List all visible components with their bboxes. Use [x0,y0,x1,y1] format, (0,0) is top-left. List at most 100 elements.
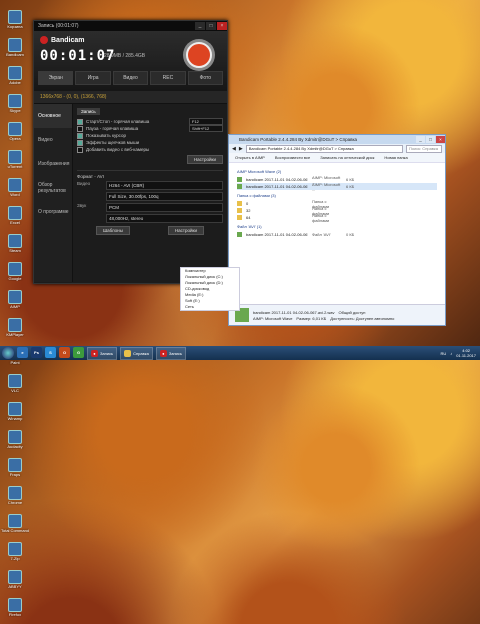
taskbar-pinned-app[interactable]: O [59,346,70,358]
desktop-icon[interactable]: Audacity [2,430,28,456]
clock[interactable]: 4:02 01.11.2017 [456,348,476,358]
desktop-icon-label: Word [10,192,20,197]
desktop-icon[interactable]: AIMP [2,290,28,316]
file-row[interactable]: bandicam 2017-11-01 04-02-06-067.avi.2.w… [237,182,437,192]
search-input[interactable]: Поиск: Справка [406,144,442,153]
start-button[interactable] [2,347,14,359]
sidebar-item-about[interactable]: О программе [34,200,72,224]
explorer-maximize-button[interactable]: □ [426,136,435,143]
settings-panel: Запись Старт/Стоп - горячая клавиша F12 Па… [73,104,227,282]
maximize-button[interactable]: □ [206,22,216,30]
cmd-new-folder[interactable]: Новая папка [384,155,407,160]
desktop-icon[interactable]: Total Commander [1,514,29,540]
desktop-icon[interactable]: ABBYY [2,570,28,596]
taskbar-window-button[interactable]: ● Запись [155,346,186,360]
hotkey-field[interactable]: F12 [189,118,223,125]
taskbar-pinned-app[interactable]: Ps [31,346,42,358]
back-arrow-icon[interactable]: ◀ [232,146,236,152]
explorer-minimize-button[interactable]: _ [416,136,425,143]
desktop-icon[interactable]: 7-Zip [2,542,28,568]
folder-icon [237,208,242,213]
option-checkbox[interactable] [77,139,83,146]
desktop-icon[interactable]: Winamp [2,402,28,428]
record-button[interactable] [183,39,215,71]
bandicam-titlebar[interactable]: Запись (00:01:07) _ □ × [34,21,227,31]
volume-icon[interactable]: ♪ [450,351,452,356]
desktop-icon-label: Audacity [7,444,23,449]
group-wave[interactable]: AIMP Microsoft Wave (2) [237,169,437,174]
explorer-close-button[interactable]: × [436,136,445,143]
desktop-icon[interactable]: Chrome [2,486,28,512]
sidebar-item-general[interactable]: Основное [34,104,72,128]
file-row[interactable]: 64 Папка с файлами [237,212,437,223]
address-bar[interactable]: Bandicam Portable 2.4.4.284 By Xdmitr@DG… [245,144,403,153]
format-settings-button[interactable]: Настройки [167,226,204,235]
taskbar-window-button[interactable]: ● Запись [87,346,118,360]
desktop-icon[interactable]: Корзина [2,10,28,36]
taskbar-pinned-app[interactable]: e [17,346,28,358]
presets-button[interactable]: Шаблоны [96,226,130,235]
app-icon [8,10,22,24]
desktop-icon[interactable]: Adobe [2,66,28,92]
toolbar-game[interactable]: Игра [75,71,111,85]
app-icon [8,430,22,444]
forward-arrow-icon[interactable]: ▶ [239,146,243,152]
file-type: Папка с файлами [312,212,330,223]
tab-record[interactable]: Запись [77,108,100,115]
app-icon [8,570,22,584]
app-icon [8,66,22,80]
sidebar-item-results[interactable]: Обзор результатов [34,176,72,200]
file-row[interactable]: bandicam 2017-11-01 04-02-06-067.avi Файл… [237,231,437,238]
hotkey-field[interactable]: Shift+F12 [189,125,223,132]
desktop-icon[interactable]: Opera [2,122,28,148]
group-folders[interactable]: Папка с файлами (3) [237,193,437,198]
app-icon [8,178,22,192]
desktop-icon[interactable]: Fraps [2,458,28,484]
toolbar-rec[interactable]: REC [150,71,186,85]
desktop-icon-label: Skype [9,108,21,113]
desktop-icon[interactable]: uTorrent [2,150,28,176]
desktop-icon[interactable]: KMPlayer [2,318,28,344]
cmd-open-aimp[interactable]: Открыть в AIMP [235,155,265,160]
option-checkbox[interactable] [77,125,83,132]
desktop-icon[interactable]: Steam [2,234,28,260]
cmd-play-all[interactable]: Воспроизвести все [275,155,310,160]
toolbar-photo[interactable]: Фото [187,71,224,85]
record-options: Старт/Стоп - горячая клавиша F12 Пауза - г… [77,118,223,153]
folder-icon [237,201,242,206]
desktop-icon[interactable]: Google [2,262,28,288]
option-checkbox[interactable] [77,146,83,153]
desktop-icon[interactable]: VLC [2,374,28,400]
desktop-icon-label: Excel [10,220,20,225]
option-checkbox[interactable] [77,132,83,139]
status-name: bandicam 2017-11-01 04-02-06-067.avi.2.w… [253,309,335,315]
toolbar-screen[interactable]: Экран [38,71,74,85]
command-bar: Открыть в AIMP Воспроизвести все Записат… [229,153,445,163]
desktop-icon[interactable]: Firefox [2,598,28,624]
desktop-icon[interactable]: Skype [2,94,28,120]
taskbar-pinned-app[interactable]: G [73,346,84,358]
desktop-icon[interactable]: Word [2,178,28,204]
settings-button[interactable]: Настройки [186,155,223,164]
explorer-titlebar[interactable]: Bandicam Portable 2.4.4.284 By Xdmitr@DG… [229,135,445,144]
file-name: 0 [246,201,249,206]
audio-params: 48,000Hz, stereo [106,214,223,223]
taskbar-pinned-app[interactable]: S [45,346,56,358]
language-indicator[interactable]: RU [440,351,446,356]
toolbar-video[interactable]: Видео [112,71,149,85]
app-icon [8,402,22,416]
option-checkbox[interactable] [77,118,83,125]
option-label: Старт/Стоп - горячая клавиша [86,119,150,124]
minimize-button[interactable]: _ [195,22,205,30]
audio-codec: PCM [106,203,223,212]
nav-tree-item[interactable]: Сеть [181,304,239,310]
video-label: Видео [77,181,91,186]
taskbar-window-button[interactable]: Справка [120,346,153,360]
desktop-icon[interactable]: Bandicam [2,38,28,64]
cmd-burn[interactable]: Записать на оптический диск [320,155,374,160]
group-avi[interactable]: Файл 'AVI' (1) [237,224,437,229]
sidebar-item-video[interactable]: Видео [34,128,72,152]
sidebar-item-images[interactable]: Изображения [34,152,72,176]
desktop-icon[interactable]: Excel [2,206,28,232]
close-button[interactable]: × [217,22,227,30]
